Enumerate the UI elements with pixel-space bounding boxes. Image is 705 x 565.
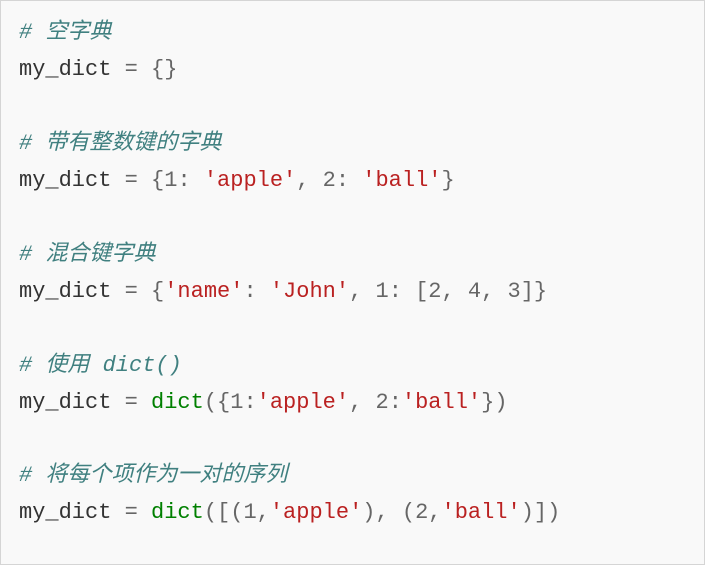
number-literal: 2 [415, 500, 428, 525]
bracket-close: ] [521, 279, 534, 304]
number-literal: 2 [375, 390, 388, 415]
bracket-open: [ [415, 279, 428, 304]
paren-open: ( [204, 390, 217, 415]
string-literal: 'ball' [402, 390, 481, 415]
code-snippet: # 空字典 my_dict = {} # 带有整数键的字典 my_dict = … [0, 0, 705, 565]
string-literal: 'John' [270, 279, 349, 304]
comma: , [257, 500, 270, 525]
string-literal: 'apple' [257, 390, 349, 415]
string-literal: 'name' [164, 279, 243, 304]
comma: , [296, 168, 322, 193]
number-literal: 2 [323, 168, 336, 193]
comma: , [375, 500, 401, 525]
brace-open: { [151, 279, 164, 304]
brace-close: } [534, 279, 547, 304]
brace-open: { [217, 390, 230, 415]
operator: = [111, 279, 151, 304]
number-literal: 1 [375, 279, 388, 304]
number-literal: 1 [243, 500, 256, 525]
bracket-close: ] [534, 500, 547, 525]
comma: , [442, 279, 468, 304]
comment-line: # 带有整数键的字典 [19, 131, 221, 156]
number-literal: 3 [508, 279, 521, 304]
brace-open: { [151, 168, 164, 193]
colon: : [177, 168, 203, 193]
operator: = [111, 500, 151, 525]
comma: , [428, 500, 441, 525]
braces: {} [151, 57, 177, 82]
identifier: my_dict [19, 390, 111, 415]
comment-line: # 空字典 [19, 20, 111, 45]
paren-close: ) [521, 500, 534, 525]
brace-close: } [481, 390, 494, 415]
string-literal: 'apple' [204, 168, 296, 193]
string-literal: 'ball' [362, 168, 441, 193]
number-literal: 1 [230, 390, 243, 415]
operator: = [111, 57, 151, 82]
operator: = [111, 390, 151, 415]
brace-close: } [442, 168, 455, 193]
comment-line: # 将每个项作为一对的序列 [19, 463, 287, 488]
identifier: my_dict [19, 168, 111, 193]
paren-open: ( [230, 500, 243, 525]
comma: , [481, 279, 507, 304]
number-literal: 1 [164, 168, 177, 193]
paren-open: ( [402, 500, 415, 525]
paren-open: ( [204, 500, 217, 525]
identifier: my_dict [19, 57, 111, 82]
colon: : [389, 390, 402, 415]
builtin-function: dict [151, 500, 204, 525]
string-literal: 'apple' [270, 500, 362, 525]
number-literal: 4 [468, 279, 481, 304]
colon: : [243, 390, 256, 415]
paren-close: ) [362, 500, 375, 525]
comma: , [349, 279, 375, 304]
builtin-function: dict [151, 390, 204, 415]
bracket-open: [ [217, 500, 230, 525]
identifier: my_dict [19, 279, 111, 304]
operator: = [111, 168, 151, 193]
paren-close: ) [547, 500, 560, 525]
string-literal: 'ball' [442, 500, 521, 525]
identifier: my_dict [19, 500, 111, 525]
number-literal: 2 [428, 279, 441, 304]
colon: : [389, 279, 415, 304]
comment-line: # 使用 dict() [19, 353, 182, 378]
comma: , [349, 390, 375, 415]
colon: : [243, 279, 269, 304]
comment-line: # 混合键字典 [19, 242, 155, 267]
colon: : [336, 168, 362, 193]
paren-close: ) [494, 390, 507, 415]
